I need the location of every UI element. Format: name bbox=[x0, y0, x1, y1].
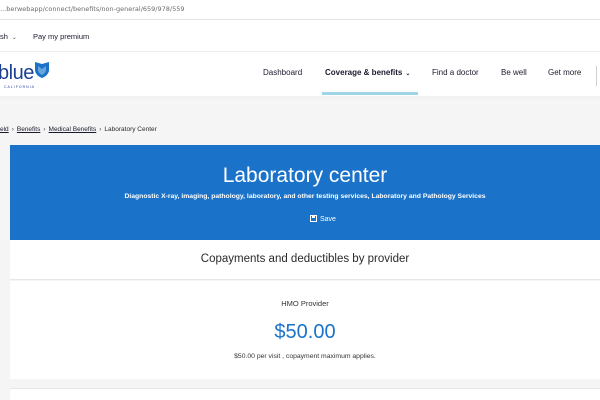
shield-logo-icon bbox=[35, 62, 49, 78]
logo-subtext: CALIFORNIA bbox=[4, 85, 36, 89]
nav-active-indicator bbox=[322, 92, 418, 95]
hero-description: Diagnostic X-ray, imaging, pathology, la… bbox=[124, 193, 486, 200]
breadcrumb-separator-icon: › bbox=[99, 126, 102, 133]
header-shadow bbox=[0, 96, 600, 104]
logo-wordmark: blue bbox=[0, 62, 34, 84]
breadcrumb-separator-icon: › bbox=[11, 126, 14, 133]
nav-get-more[interactable]: Get more bbox=[548, 68, 581, 77]
copay-section-header: Copayments and deductibles by provider bbox=[10, 240, 600, 280]
language-selector[interactable]: sh ⌄ bbox=[0, 32, 17, 41]
utility-bar: sh ⌄ Pay my premium bbox=[0, 20, 600, 52]
section-heading: Copayments and deductibles by provider bbox=[200, 253, 410, 265]
breadcrumb-separator-icon: › bbox=[43, 126, 46, 133]
nav-coverage-benefits[interactable]: Coverage & benefits ⌄ bbox=[325, 68, 410, 77]
brand-logo[interactable]: blue CALIFORNIA bbox=[0, 60, 60, 90]
pay-premium-link[interactable]: Pay my premium bbox=[33, 32, 89, 41]
nav-find-doctor[interactable]: Find a doctor bbox=[432, 68, 479, 77]
language-label: sh bbox=[0, 32, 8, 41]
url-text[interactable]: ...berwebapp/connect/benefits/non-genera… bbox=[0, 5, 184, 13]
save-button[interactable]: Save bbox=[310, 215, 336, 223]
nav-dashboard[interactable]: Dashboard bbox=[263, 68, 302, 77]
nav-coverage-label: Coverage & benefits bbox=[325, 68, 403, 77]
nav-be-well[interactable]: Be well bbox=[501, 68, 527, 77]
nav-divider bbox=[596, 66, 600, 86]
save-label: Save bbox=[320, 216, 336, 223]
provider-type: HMO Provider bbox=[281, 299, 329, 308]
provider-card: HMO Provider $50.00 $50.00 per visit , c… bbox=[10, 281, 600, 379]
breadcrumb: eld › Benefits › Medical Benefits › Laboratory… bbox=[0, 126, 157, 133]
next-card bbox=[10, 388, 600, 400]
save-icon bbox=[310, 215, 317, 222]
chevron-down-icon: ⌄ bbox=[11, 35, 17, 41]
chevron-down-icon: ⌄ bbox=[405, 71, 411, 77]
breadcrumb-item[interactable]: eld bbox=[0, 126, 9, 133]
copay-note: $50.00 per visit , copayment maximum app… bbox=[234, 353, 376, 360]
breadcrumb-current: Laboratory Center bbox=[104, 126, 157, 133]
site-header: blue CALIFORNIA Dashboard Coverage & ben… bbox=[0, 52, 600, 96]
breadcrumb-item[interactable]: Benefits bbox=[17, 126, 41, 133]
copay-amount: $50.00 bbox=[274, 321, 336, 343]
browser-url-bar[interactable]: ...berwebapp/connect/benefits/non-genera… bbox=[0, 0, 600, 20]
page-title: Laboratory center bbox=[222, 164, 388, 187]
breadcrumb-item[interactable]: Medical Benefits bbox=[49, 126, 97, 133]
